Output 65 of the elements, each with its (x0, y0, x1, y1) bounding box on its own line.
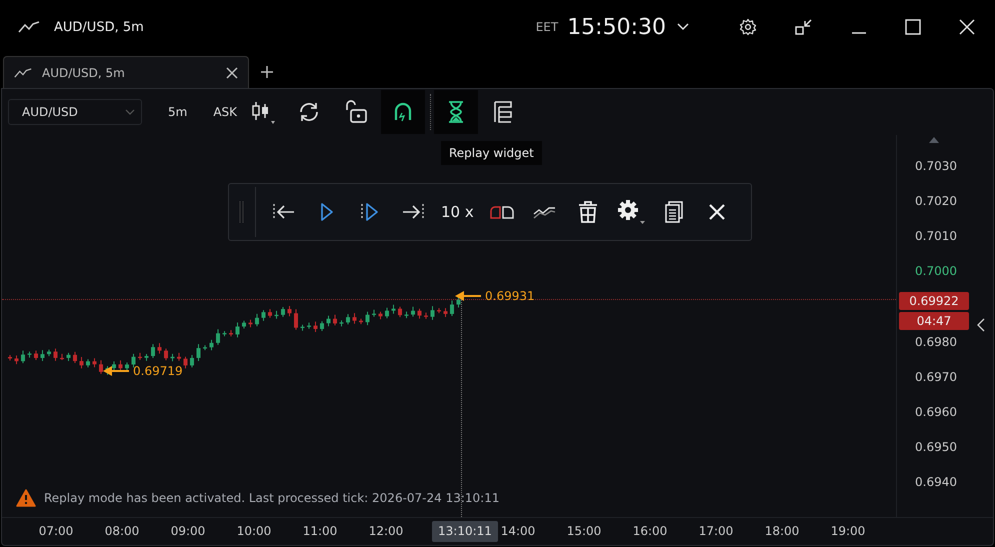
arrow-icon (455, 291, 481, 301)
notice-text: Replay mode has been activated. Last processed tick: 2026-07-24 13:10:11 (44, 491, 500, 505)
settings-icon[interactable] (739, 18, 757, 36)
low-price-label: 0.69719 (133, 364, 183, 378)
symbol-dropdown[interactable]: AUD/USD (8, 99, 142, 125)
timeframe-button[interactable]: 5m (168, 97, 188, 127)
magnet-button[interactable] (381, 90, 426, 134)
drag-handle-icon[interactable] (239, 201, 245, 223)
time-label: 17:00 (698, 524, 734, 538)
cursor-time-label: 13:10:11 (432, 521, 498, 542)
step-forward-icon (360, 202, 380, 222)
settings-icon (616, 199, 646, 225)
close-icon[interactable] (959, 19, 975, 35)
time-label: 10:00 (236, 524, 272, 538)
close-icon[interactable] (226, 66, 238, 78)
price-label: 0.6960 (915, 404, 957, 419)
time-label: 16:00 (632, 524, 668, 538)
chevron-left-icon[interactable] (977, 318, 985, 332)
chart-tab[interactable]: AUD/USD, 5m (3, 56, 249, 88)
window-title: AUD/USD, 5m (54, 20, 144, 34)
price-label: 0.6940 (915, 474, 957, 489)
timezone-label: EET (536, 20, 558, 34)
toggle-icon (488, 205, 515, 219)
speed-button[interactable]: 10 x (441, 195, 474, 229)
clock-time: 15:50:30 (567, 14, 666, 40)
price-label: 0.6980 (915, 334, 957, 348)
time-label: 11:00 (302, 524, 338, 538)
chevron-down-icon[interactable] (677, 23, 689, 31)
lines-icon (532, 205, 557, 219)
layout-icon (492, 100, 514, 124)
add-tab-icon[interactable] (260, 65, 274, 79)
padlock-icon (343, 99, 370, 125)
play-icon (320, 202, 334, 222)
price-label: 0.7000 (915, 264, 957, 278)
price-label: 0.7030 (915, 159, 957, 173)
price-label: 0.6950 (915, 440, 957, 454)
trash-icon (578, 201, 598, 223)
time-label: 09:00 (170, 524, 206, 538)
close-icon (708, 203, 726, 221)
scroll-up-icon[interactable] (929, 137, 939, 143)
time-label: 18:00 (764, 524, 800, 538)
time-label: 14:00 (500, 524, 536, 538)
current-price-badge: 0.69922 (899, 292, 969, 310)
high-price-label: 0.69931 (485, 289, 535, 303)
countdown-badge: 04:47 (899, 312, 969, 330)
caret-icon (125, 109, 135, 115)
restore-icon[interactable] (795, 18, 813, 36)
time-label: 15:00 (566, 524, 602, 538)
price-side-button[interactable]: ASK (213, 97, 238, 127)
time-label: 08:00 (104, 524, 140, 538)
time-label: 12:00 (368, 524, 404, 538)
chart-line-icon (14, 68, 32, 78)
price-label: 0.6970 (915, 370, 957, 384)
time-label: 07:00 (38, 524, 74, 538)
maximize-icon[interactable] (905, 19, 921, 35)
price-label: 0.7010 (915, 229, 957, 244)
chart-line-icon (18, 21, 40, 33)
copy-icon (664, 201, 684, 223)
time-label: 19:00 (830, 524, 866, 538)
tab-label: AUD/USD, 5m (42, 66, 126, 80)
arrow-icon (103, 366, 129, 376)
replay-button[interactable] (434, 90, 478, 134)
price-label: 0.7020 (915, 194, 957, 208)
warning-icon (16, 489, 36, 507)
tooltip: Replay widget (441, 141, 542, 165)
